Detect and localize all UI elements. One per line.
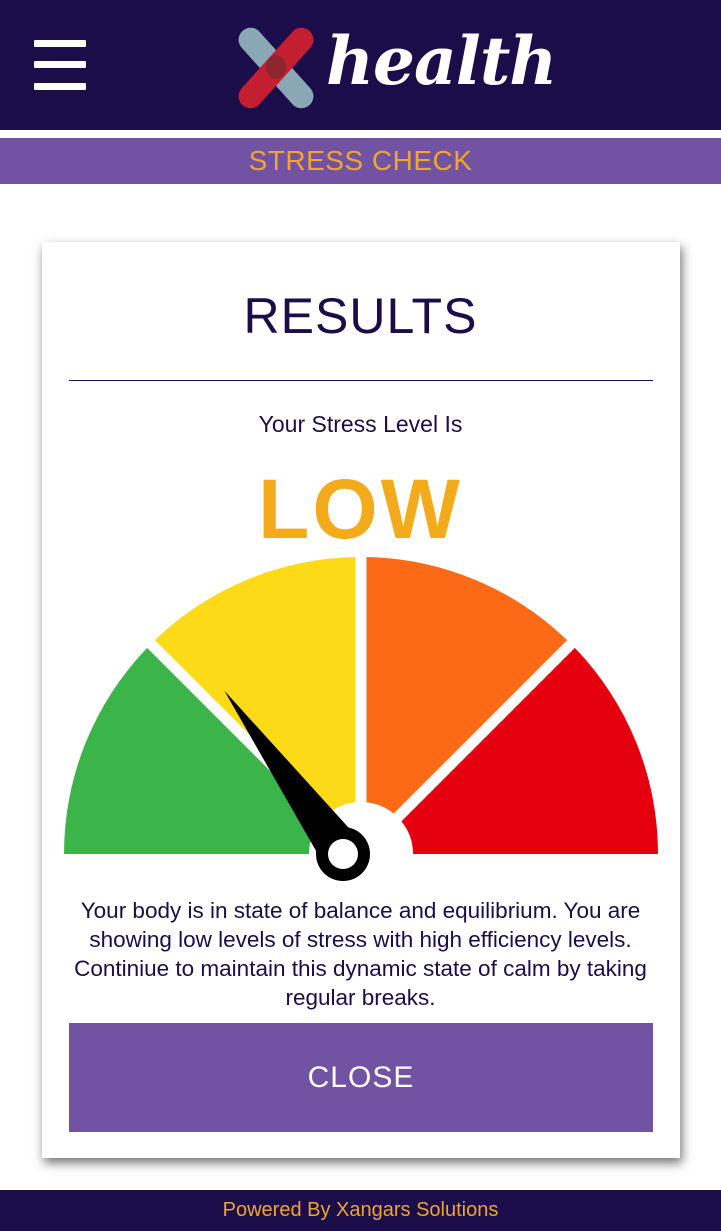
result-description: Your body is in state of balance and equ… (74, 898, 647, 1010)
stress-level-label: Your Stress Level Is (258, 411, 463, 437)
menu-line (34, 61, 86, 68)
footer-bar: Powered By Xangars Solutions (0, 1190, 721, 1231)
stress-level-value: LOW (258, 462, 463, 556)
top-app-bar: health (0, 0, 721, 130)
app-screen: health STRESS CHECK RESULTS Your Stress … (0, 0, 721, 1231)
menu-line (34, 40, 86, 47)
divider (69, 380, 653, 381)
section-title: STRESS CHECK (248, 145, 473, 176)
menu-line (34, 83, 86, 90)
hamburger-menu-icon[interactable] (34, 40, 86, 90)
x-logo-icon (238, 27, 314, 109)
close-button[interactable]: CLOSE (69, 1023, 653, 1132)
stress-gauge (64, 557, 658, 881)
gauge-needle-hub-center (328, 839, 358, 869)
results-title: RESULTS (243, 288, 478, 344)
powered-by-text: Powered By Xangars Solutions (222, 1199, 499, 1221)
app-logo: health (230, 18, 557, 114)
logo-text: health (326, 22, 557, 100)
section-title-bar: STRESS CHECK (0, 138, 721, 184)
